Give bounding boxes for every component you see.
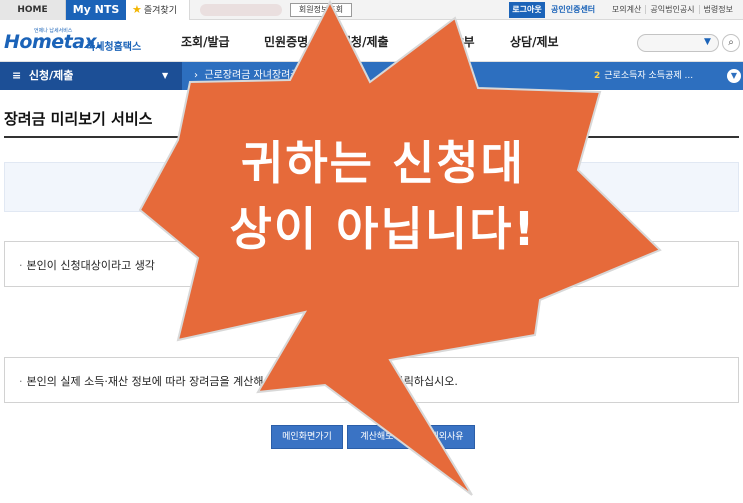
menu-bar: ≡ 신청/제출 ▼ › 근로장려금 자녀장려금 신청 2 근로소득자 소득공제 .…: [0, 62, 743, 90]
exclusion-reason-button[interactable]: 제외사유: [419, 425, 475, 449]
favorites-label: 즐겨찾기: [143, 6, 177, 16]
mock-calc-link[interactable]: 모의계산: [608, 5, 645, 14]
section-menu[interactable]: ≡ 신청/제출 ▼: [0, 62, 182, 90]
step-number: 2: [594, 71, 601, 81]
nav-inquiry[interactable]: 조회/발급: [181, 33, 230, 50]
favorites-tab[interactable]: ★ 즐겨찾기: [126, 0, 190, 20]
balloon-message: 귀하는 신청대 상이 아닙니다!: [168, 130, 598, 262]
section-label: 신청/제출: [28, 69, 74, 82]
hometax-page: HOME My NTS ★ 즐겨찾기 회원정보조회 로그아웃 공인인증센터 모의계…: [0, 0, 743, 503]
certificate-center-link[interactable]: 공인인증센터: [551, 0, 595, 20]
step-indicator[interactable]: 2 근로소득자 소득공제 ...: [594, 62, 693, 90]
chevron-down-icon[interactable]: ▼: [727, 69, 741, 83]
search-icon[interactable]: ⌕: [722, 34, 740, 52]
logout-button[interactable]: 로그아웃: [509, 2, 545, 18]
bullet-icon: ·: [19, 259, 23, 272]
main-page-button[interactable]: 메인화면가기: [271, 425, 343, 449]
calculate-button[interactable]: 계산해보기: [347, 425, 415, 449]
notice-text-2: 본인의 실제 소득·재산 정보에 따라 장려금을 계산해 보시려면『계산해보기』…: [26, 375, 458, 388]
nav-consult[interactable]: 상담/제보: [510, 33, 559, 50]
star-icon: ★: [132, 3, 142, 16]
member-info-button[interactable]: 회원정보조회: [290, 3, 352, 17]
top-utility-bar: HOME My NTS ★ 즐겨찾기 회원정보조회 로그아웃 공인인증센터 모의계…: [0, 0, 743, 20]
public-corp-link[interactable]: 공익법인공시: [645, 5, 699, 14]
page-title: 장려금 미리보기 서비스: [4, 110, 153, 128]
nav-filing[interactable]: 신고/납부: [426, 33, 475, 50]
user-name-redacted: [200, 4, 282, 16]
logo-korean: 국세청홈택스: [86, 42, 142, 53]
utility-links: 모의계산 공익법인공시 법령정보: [608, 0, 737, 20]
step-label: 근로소득자 소득공제 ...: [604, 71, 694, 81]
notice-box-2: · 본인의 실제 소득·재산 정보에 따라 장려금을 계산해 보시려면『계산해보기…: [4, 357, 739, 403]
chevron-down-icon[interactable]: ▼: [704, 37, 711, 47]
balloon-line-1: 귀하는 신청대: [241, 136, 525, 190]
law-info-link[interactable]: 법령정보: [698, 5, 737, 14]
site-header: 언제나 납세서비스 Hometax. 국세청홈택스 조회/발급 민원증명 신청/…: [0, 20, 743, 62]
hamburger-icon: ≡: [12, 69, 22, 82]
nav-application[interactable]: 신청/제출: [340, 33, 389, 50]
breadcrumb[interactable]: › 근로장려금 자녀장려금 신청: [194, 62, 321, 90]
mynts-tab[interactable]: My NTS: [66, 0, 126, 20]
balloon-line-2: 상이 아닙니다!: [229, 202, 537, 256]
chevron-down-icon: ▼: [162, 71, 169, 80]
nav-certificate[interactable]: 민원증명: [264, 33, 308, 50]
bullet-icon: ·: [19, 375, 23, 388]
hometax-logo[interactable]: 언제나 납세서비스 Hometax. 국세청홈택스: [4, 25, 144, 57]
breadcrumb-label: 근로장려금 자녀장려금 신청: [204, 70, 322, 81]
notice-text-1: 본인이 신청대상이라고 생각: [26, 259, 155, 272]
home-tab[interactable]: HOME: [0, 0, 66, 20]
